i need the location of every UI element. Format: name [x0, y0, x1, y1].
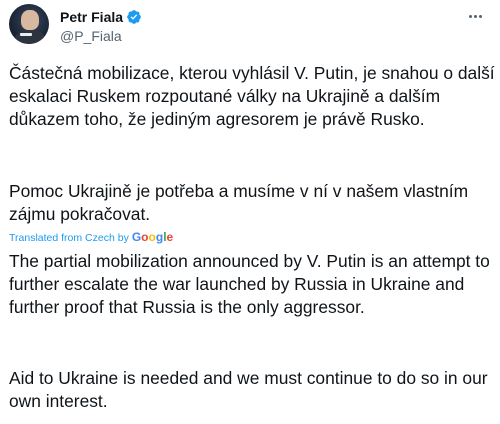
original-text-paragraph-2: Pomoc Ukrajině je potřeba a musíme v ní … [9, 181, 469, 224]
avatar[interactable] [9, 4, 49, 44]
author-info: Petr Fiala @P_Fiala [60, 8, 142, 45]
author-display-name[interactable]: Petr Fiala [60, 8, 123, 26]
translated-text-paragraph-1: The partial mobilization announced by V.… [9, 251, 490, 317]
original-text-paragraph-1: Částečná mobilizace, kterou vyhlásil V. … [9, 63, 495, 129]
translated-text-paragraph-2: Aid to Ukraine is needed and we must con… [9, 368, 488, 411]
author-handle[interactable]: @P_Fiala [60, 27, 142, 45]
verified-badge-icon [127, 10, 141, 24]
dot [473, 14, 477, 18]
translation-attribution[interactable]: Translated from Czech by Google [9, 230, 173, 245]
more-options-button[interactable] [462, 6, 488, 26]
more-options-icon [468, 14, 482, 18]
dot [468, 14, 472, 18]
google-logo: Google [131, 230, 174, 244]
dot [478, 14, 482, 18]
avatar-emblem [20, 33, 32, 36]
avatar-face [21, 10, 39, 30]
name-row: Petr Fiala [60, 8, 142, 26]
tweet-card: Petr Fiala @P_Fiala Částečná mobilizace,… [0, 0, 500, 424]
translation-label: Translated from Czech by [9, 232, 129, 244]
